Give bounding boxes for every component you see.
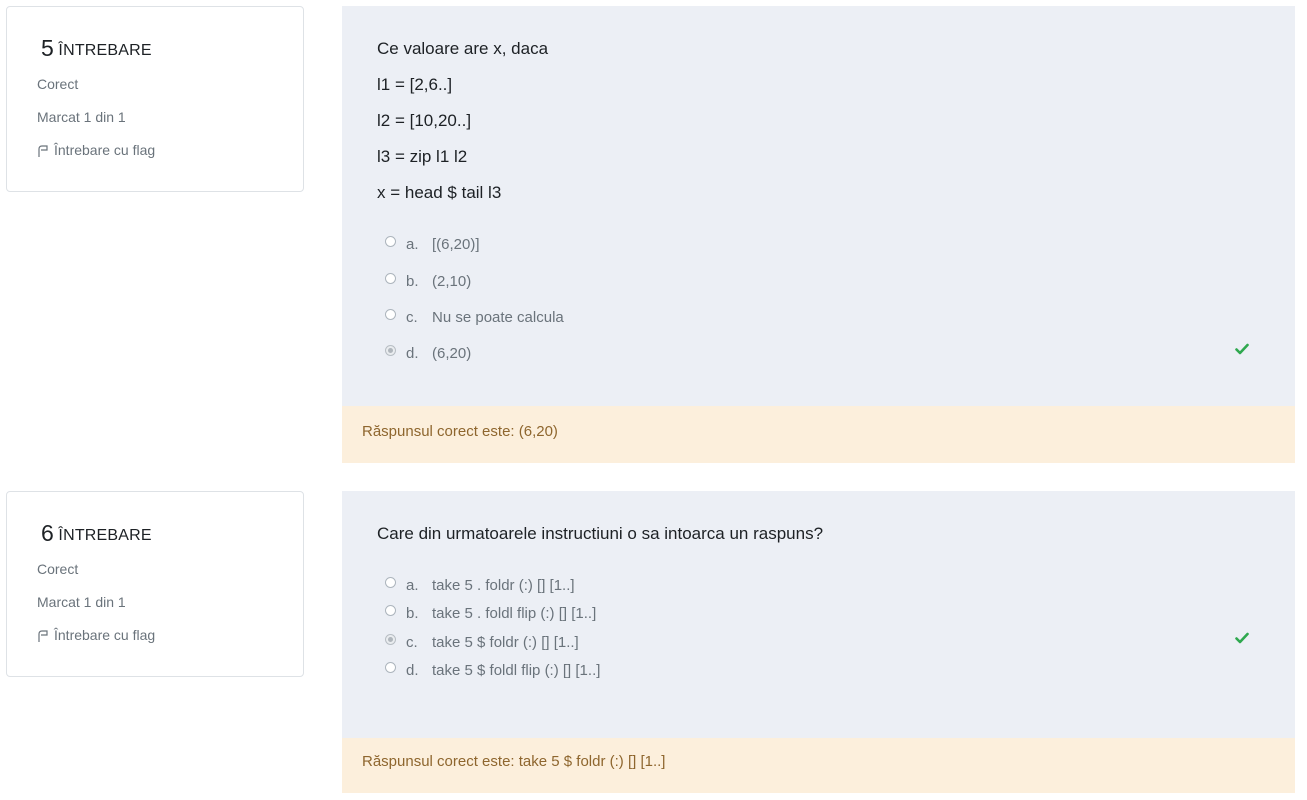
flag-icon: [38, 144, 48, 157]
answer-option-d[interactable]: d. (6,20): [385, 343, 471, 363]
question-text-line: Care din urmatoarele instructiuni o sa i…: [377, 524, 824, 543]
answer-option-c[interactable]: c. take 5 $ foldr (:) [] [1..]: [385, 632, 579, 652]
answer-text: Nu se poate calcula: [432, 308, 564, 326]
answer-option-d[interactable]: d. take 5 $ foldl flip (:) [] [1..]: [385, 660, 600, 680]
answer-text: take 5 . foldl flip (:) [] [1..]: [432, 604, 597, 622]
answer-letter: b.: [406, 272, 419, 290]
question-state: Corect: [37, 76, 79, 92]
question-content-6: Care din urmatoarele instructiuni o sa i…: [342, 491, 1295, 738]
answer-text: (6,20): [432, 344, 472, 362]
answer-letter: a.: [406, 235, 419, 253]
answer-radio-selected[interactable]: [385, 633, 396, 645]
question-number-word: ÎNTREBARE: [58, 42, 152, 59]
question-number: 5 ÎNTREBARE: [41, 35, 303, 61]
answer-letter: a.: [406, 576, 419, 594]
answer-letter: d.: [406, 344, 419, 362]
answer-option-b[interactable]: b. (2,10): [385, 271, 471, 291]
flag-icon: [38, 629, 48, 642]
flag-question-link[interactable]: Întrebare cu flag: [37, 141, 303, 160]
correct-answer-text: Răspunsul corect este: take 5 $ foldr (:…: [362, 753, 666, 770]
question-number: 6 ÎNTREBARE: [41, 520, 303, 546]
flag-question-link[interactable]: Întrebare cu flag: [37, 626, 303, 645]
answer-radio-selected[interactable]: [385, 344, 396, 356]
answer-option-b[interactable]: b. take 5 . foldl flip (:) [] [1..]: [385, 603, 596, 623]
answer-text: take 5 . foldr (:) [] [1..]: [432, 576, 575, 594]
question-grade: Marcat 1 din 1: [37, 594, 126, 610]
answer-radio[interactable]: [385, 576, 396, 588]
answer-text: take 5 $ foldr (:) [] [1..]: [432, 633, 579, 651]
answer-radio[interactable]: [385, 604, 396, 616]
check-icon: [1235, 632, 1249, 644]
question-text-line: x = head $ tail l3: [377, 183, 502, 202]
answer-option-c[interactable]: c. Nu se poate calcula: [385, 307, 564, 327]
flag-question-label: Întrebare cu flag: [54, 627, 156, 643]
correct-answer-feedback-6: Răspunsul corect este: take 5 $ foldr (:…: [342, 738, 1295, 793]
question-grade: Marcat 1 din 1: [37, 109, 126, 125]
question-content-5: Ce valoare are x, daca l1 = [2,6..] l2 =…: [342, 6, 1295, 406]
answer-radio[interactable]: [385, 661, 396, 673]
answer-letter: d.: [406, 661, 419, 679]
question-state: Corect: [37, 561, 79, 577]
correct-answer-feedback-5: Răspunsul corect este: (6,20): [342, 406, 1295, 463]
flag-question-label: Întrebare cu flag: [54, 142, 156, 158]
answer-option-a[interactable]: a. take 5 . foldr (:) [] [1..]: [385, 575, 575, 595]
question-info-6: 6 ÎNTREBARE Corect Marcat 1 din 1 Întreb…: [6, 491, 304, 677]
answer-letter: c.: [406, 633, 418, 651]
question-number-value: 5: [41, 35, 54, 61]
answer-text: (2,10): [432, 272, 472, 290]
question-text-line: l3 = zip l1 l2: [377, 147, 468, 166]
question-text-line: l1 = [2,6..]: [377, 75, 453, 94]
question-text-line: l2 = [10,20..]: [377, 111, 472, 130]
question-text-line: Ce valoare are x, daca: [377, 39, 549, 58]
answer-radio[interactable]: [385, 308, 396, 320]
question-number-value: 6: [41, 520, 54, 546]
answer-radio[interactable]: [385, 235, 396, 247]
question-number-word: ÎNTREBARE: [58, 527, 152, 544]
answer-letter: b.: [406, 604, 419, 622]
answer-radio[interactable]: [385, 272, 396, 284]
check-icon: [1235, 343, 1249, 355]
answer-text: [(6,20)]: [432, 235, 480, 253]
answer-option-a[interactable]: a. [(6,20)]: [385, 234, 480, 254]
correct-answer-text: Răspunsul corect este: (6,20): [362, 423, 558, 440]
question-info-5: 5 ÎNTREBARE Corect Marcat 1 din 1 Întreb…: [6, 6, 304, 192]
answer-letter: c.: [406, 308, 418, 326]
answer-text: take 5 $ foldl flip (:) [] [1..]: [432, 661, 601, 679]
